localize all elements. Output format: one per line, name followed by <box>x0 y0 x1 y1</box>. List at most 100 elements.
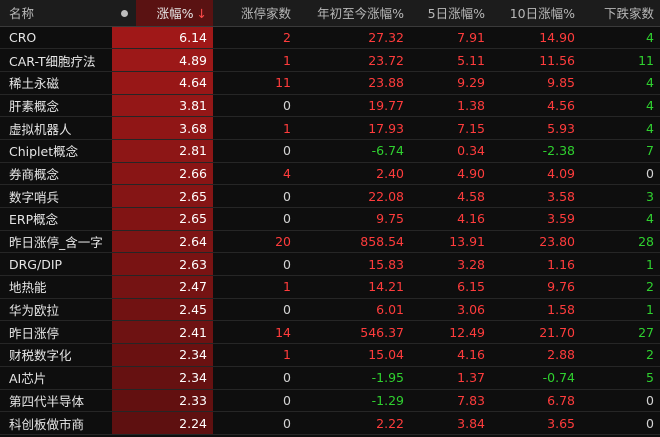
cell-ytd: 2.22 <box>297 411 410 435</box>
cell-down: 4 <box>581 116 660 140</box>
cell-name: 科创板做市商 <box>0 411 112 435</box>
table-row[interactable]: AI芯片 2.34 0 -1.95 1.37 -0.74 5 <box>0 366 660 390</box>
column-header-limit-up[interactable]: 涨停家数 <box>213 0 297 27</box>
dot-icon <box>120 10 128 18</box>
column-settings-dot[interactable] <box>112 0 136 27</box>
table-row[interactable]: 肝素概念 3.81 0 19.77 1.38 4.56 4 <box>0 94 660 118</box>
cell-down: 27 <box>581 320 660 345</box>
cell-pct: 2.33 <box>112 389 213 413</box>
cell-5d: 7.91 <box>410 26 491 50</box>
cell-down: 3 <box>581 184 660 208</box>
cell-down: 4 <box>581 26 660 50</box>
cell-name: Chiplet概念 <box>0 139 112 163</box>
cell-ytd: 27.32 <box>297 26 410 50</box>
cell-5d: 6.15 <box>410 275 491 299</box>
cell-5d: 3.28 <box>410 252 491 277</box>
cell-down: 2 <box>581 275 660 299</box>
table-row[interactable]: 第四代半导体 2.33 0 -1.29 7.83 6.78 0 <box>0 389 660 413</box>
cell-5d: 1.38 <box>410 94 491 118</box>
column-header-pct[interactable]: 涨幅% ↓ <box>136 0 213 27</box>
cell-10d: 4.56 <box>491 94 581 118</box>
cell-ytd: 23.72 <box>297 48 410 72</box>
cell-ytd: 19.77 <box>297 94 410 118</box>
column-header-5d[interactable]: 5日涨幅% <box>410 0 491 27</box>
cell-10d: 3.58 <box>491 184 581 208</box>
cell-5d: 4.16 <box>410 343 491 367</box>
table-row[interactable]: 地热能 2.47 1 14.21 6.15 9.76 2 <box>0 275 660 299</box>
cell-down: 11 <box>581 48 660 72</box>
cell-10d: 9.76 <box>491 275 581 299</box>
table-header-row: 名称 涨幅% ↓ 涨停家数 年初至今涨幅% 5日涨幅% 10日涨幅% 下跌家数 <box>0 0 660 27</box>
cell-5d: 7.15 <box>410 116 491 140</box>
cell-name: 第四代半导体 <box>0 389 112 413</box>
cell-10d: 2.88 <box>491 343 581 367</box>
cell-pct: 4.89 <box>112 48 213 72</box>
cell-5d: 1.37 <box>410 366 491 390</box>
cell-ytd: 15.83 <box>297 252 410 277</box>
cell-ytd: 6.01 <box>297 298 410 322</box>
cell-name: DRG/DIP <box>0 252 112 277</box>
cell-limit-up: 0 <box>213 366 297 390</box>
cell-5d: 4.16 <box>410 207 491 231</box>
cell-down: 1 <box>581 252 660 277</box>
cell-10d: 3.65 <box>491 411 581 435</box>
column-header-pct-label: 涨幅% <box>156 6 194 22</box>
table-row[interactable]: CAR-T细胞疗法 4.89 1 23.72 5.11 11.56 11 <box>0 48 660 72</box>
cell-down: 0 <box>581 411 660 435</box>
cell-pct: 2.47 <box>112 275 213 299</box>
table-row[interactable]: 财税数字化 2.34 1 15.04 4.16 2.88 2 <box>0 343 660 367</box>
cell-10d: 4.09 <box>491 162 581 186</box>
cell-5d: 4.90 <box>410 162 491 186</box>
cell-down: 2 <box>581 343 660 367</box>
column-header-10d[interactable]: 10日涨幅% <box>491 0 581 27</box>
cell-pct: 2.41 <box>112 320 213 345</box>
cell-limit-up: 0 <box>213 389 297 413</box>
table-row[interactable]: 虚拟机器人 3.68 1 17.93 7.15 5.93 4 <box>0 116 660 140</box>
column-header-ytd[interactable]: 年初至今涨幅% <box>297 0 410 27</box>
table-row[interactable]: 华为欧拉 2.45 0 6.01 3.06 1.58 1 <box>0 298 660 322</box>
cell-name: 稀土永磁 <box>0 71 112 95</box>
column-header-down[interactable]: 下跌家数 <box>581 0 660 27</box>
cell-ytd: 23.88 <box>297 71 410 95</box>
cell-name: ERP概念 <box>0 207 112 231</box>
cell-ytd: 22.08 <box>297 184 410 208</box>
cell-name: 昨日涨停 <box>0 320 112 345</box>
cell-limit-up: 1 <box>213 343 297 367</box>
column-header-name[interactable]: 名称 <box>0 0 112 27</box>
cell-5d: 13.91 <box>410 230 491 254</box>
table-row[interactable]: ERP概念 2.65 0 9.75 4.16 3.59 4 <box>0 207 660 231</box>
cell-down: 4 <box>581 207 660 231</box>
table-row[interactable]: 科创板做市商 2.24 0 2.22 3.84 3.65 0 <box>0 411 660 435</box>
cell-limit-up: 0 <box>213 139 297 163</box>
cell-pct: 2.63 <box>112 252 213 277</box>
cell-ytd: 858.54 <box>297 230 410 254</box>
cell-limit-up: 0 <box>213 298 297 322</box>
cell-limit-up: 2 <box>213 26 297 50</box>
cell-10d: 9.85 <box>491 71 581 95</box>
cell-down: 7 <box>581 139 660 163</box>
cell-ytd: -6.74 <box>297 139 410 163</box>
cell-name: 数字哨兵 <box>0 184 112 208</box>
cell-ytd: 546.37 <box>297 320 410 345</box>
table-row[interactable]: Chiplet概念 2.81 0 -6.74 0.34 -2.38 7 <box>0 139 660 163</box>
cell-limit-up: 14 <box>213 320 297 345</box>
cell-10d: -2.38 <box>491 139 581 163</box>
table-row[interactable]: 数字哨兵 2.65 0 22.08 4.58 3.58 3 <box>0 184 660 208</box>
cell-pct: 3.81 <box>112 94 213 118</box>
cell-10d: 1.58 <box>491 298 581 322</box>
cell-pct: 3.68 <box>112 116 213 140</box>
table-row[interactable]: 昨日涨停_含一字 2.64 20 858.54 13.91 23.80 28 <box>0 230 660 254</box>
table-row[interactable]: 稀土永磁 4.64 11 23.88 9.29 9.85 4 <box>0 71 660 95</box>
cell-down: 0 <box>581 389 660 413</box>
cell-down: 28 <box>581 230 660 254</box>
table-row[interactable]: DRG/DIP 2.63 0 15.83 3.28 1.16 1 <box>0 252 660 277</box>
cell-10d: 6.78 <box>491 389 581 413</box>
cell-limit-up: 0 <box>213 207 297 231</box>
cell-name: AI芯片 <box>0 366 112 390</box>
table-row[interactable]: 券商概念 2.66 4 2.40 4.90 4.09 0 <box>0 162 660 186</box>
cell-limit-up: 0 <box>213 94 297 118</box>
cell-pct: 2.65 <box>112 184 213 208</box>
table-row[interactable]: CRO 6.14 2 27.32 7.91 14.90 4 <box>0 26 660 50</box>
cell-pct: 2.81 <box>112 139 213 163</box>
table-row[interactable]: 昨日涨停 2.41 14 546.37 12.49 21.70 27 <box>0 320 660 345</box>
